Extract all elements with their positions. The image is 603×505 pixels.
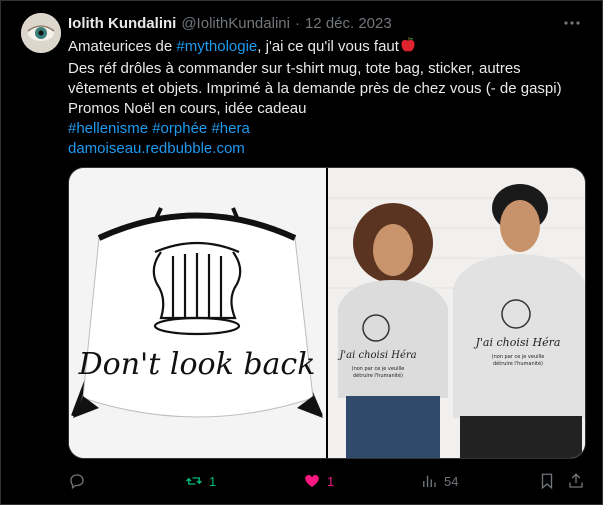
author-name[interactable]: Iolith Kundalini: [68, 15, 176, 32]
tweet-actions: 1 1 54: [68, 469, 588, 493]
tweet-line-2: Des réf drôles à commander sur t-shirt m…: [68, 60, 521, 77]
shirt-text-man: J'ai choisi Héra: [474, 336, 561, 349]
heart-icon: [305, 475, 319, 487]
shirt-subtext-man-2: détruire l'humanité): [493, 360, 543, 367]
author-handle[interactable]: @IolithKundalini: [181, 15, 290, 32]
shirt-subtext-woman-2: détruire l'humanité): [353, 372, 403, 379]
separator: ·: [294, 14, 300, 32]
retweet-count: 1: [209, 473, 217, 489]
retweet-button[interactable]: 1: [185, 469, 216, 493]
tweet-date[interactable]: 12 déc. 2023: [305, 15, 392, 32]
tweet-header: Iolith Kundalini @IolithKundalini · 12 d…: [68, 13, 392, 33]
tweet-card[interactable]: Iolith Kundalini @IolithKundalini · 12 d…: [0, 0, 603, 505]
like-button[interactable]: 1: [303, 469, 334, 493]
shirt-text-woman: J'ai choisi Héra: [337, 350, 416, 361]
tweet-text: Amateurices de #mythologie, j'ai ce qu'i…: [68, 36, 588, 159]
views-count: 54: [444, 473, 459, 489]
media-grid[interactable]: Don't look back J'ai choisi Héra (non pa…: [68, 167, 586, 459]
like-count: 1: [327, 473, 335, 489]
bookmark-icon: [541, 473, 553, 490]
tweet-line-1: Amateurices de #mythologie, j'ai ce qu'i…: [68, 36, 588, 59]
tweet-text-segment: , j'ai ce qu'il vous faut: [257, 38, 399, 55]
more-options-icon[interactable]: [562, 13, 582, 33]
avatar[interactable]: [21, 13, 61, 53]
tweet-text-segment: Amateurices de: [68, 38, 177, 55]
hashtag-hellenisme[interactable]: #hellenisme: [68, 120, 148, 137]
bag-caption: Don't look back: [78, 347, 316, 382]
hashtag-hera[interactable]: #hera: [211, 120, 249, 137]
views-chart-icon: [423, 475, 436, 487]
retweet-icon: [186, 477, 202, 485]
tweet-hashtags: #hellenisme #orphée #hera: [68, 119, 588, 139]
share-button[interactable]: [567, 469, 585, 493]
tweet-line-3: vêtements et objets. Imprimé à la demand…: [68, 80, 562, 97]
hashtag-mythologie[interactable]: #mythologie: [176, 38, 257, 55]
hashtag-orphee[interactable]: #orphée: [152, 120, 207, 137]
reply-button[interactable]: [68, 469, 92, 493]
share-icon: [569, 473, 583, 488]
views-button[interactable]: 54: [420, 469, 458, 493]
shirt-subtext-man-1: (non par ce je veuille: [492, 354, 545, 360]
shirt-subtext-woman-1: (non par ce je veuille: [352, 366, 405, 372]
tweet-line-4: Promos Noël en cours, idée cadeau: [68, 100, 307, 117]
external-link[interactable]: damoiseau.redbubble.com: [68, 140, 245, 157]
reply-icon: [70, 474, 84, 490]
media-image-drawstring-bag[interactable]: Don't look back: [69, 168, 326, 458]
bookmark-button[interactable]: [538, 469, 556, 493]
media-image-tshirt-models[interactable]: J'ai choisi Héra (non par ce je veuille …: [328, 168, 585, 458]
apple-emoji-icon: [400, 36, 416, 59]
